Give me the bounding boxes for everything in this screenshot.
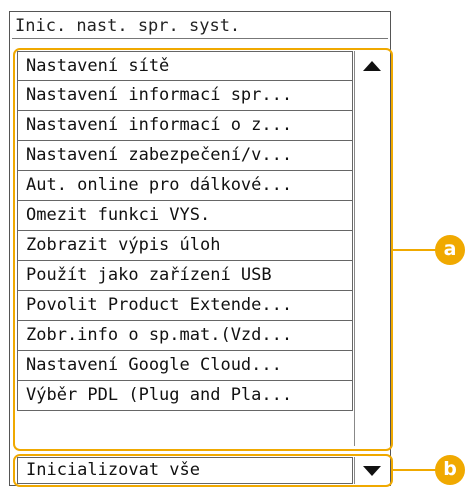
arrow-up-icon	[363, 61, 381, 71]
list-item-consumables-info[interactable]: Zobr.info o sp.mat.(Vzd...	[17, 321, 353, 351]
list-item-pdl-selection[interactable]: Výběr PDL (Plug and Pla...	[17, 381, 353, 411]
list-item-device-info[interactable]: Nastavení informací o z...	[17, 111, 353, 141]
scroll-up-button[interactable]	[355, 51, 389, 81]
list-item-job-log[interactable]: Zobrazit výpis úloh	[17, 231, 353, 261]
list-item-management-info[interactable]: Nastavení informací spr...	[17, 81, 353, 111]
list-item-network-settings[interactable]: Nastavení sítě	[17, 51, 353, 81]
arrow-down-icon	[363, 465, 381, 476]
callout-a-badge: a	[435, 235, 465, 265]
list-item-usb-device[interactable]: Použít jako zařízení USB	[17, 261, 353, 291]
list-item-google-cloud[interactable]: Nastavení Google Cloud...	[17, 351, 353, 381]
scroll-down-button[interactable]	[354, 457, 389, 484]
list-item-auto-online[interactable]: Aut. online pro dálkové...	[17, 171, 353, 201]
settings-list: Nastavení sítě Nastavení informací spr..…	[17, 51, 353, 446]
callout-a-line	[393, 249, 436, 251]
list-item-restrict-tx[interactable]: Omezit funkci VYS.	[17, 201, 353, 231]
callout-b-badge: b	[435, 455, 465, 485]
scrollbar[interactable]	[354, 51, 390, 446]
list-item-product-extended[interactable]: Povolit Product Extende...	[17, 291, 353, 321]
initialize-all-item[interactable]: Inicializovat vše	[17, 457, 353, 484]
callout-b-line	[393, 469, 436, 471]
list-item-security-settings[interactable]: Nastavení zabezpečení/v...	[17, 141, 353, 171]
page-title: Inic. nast. spr. syst.	[12, 13, 388, 39]
